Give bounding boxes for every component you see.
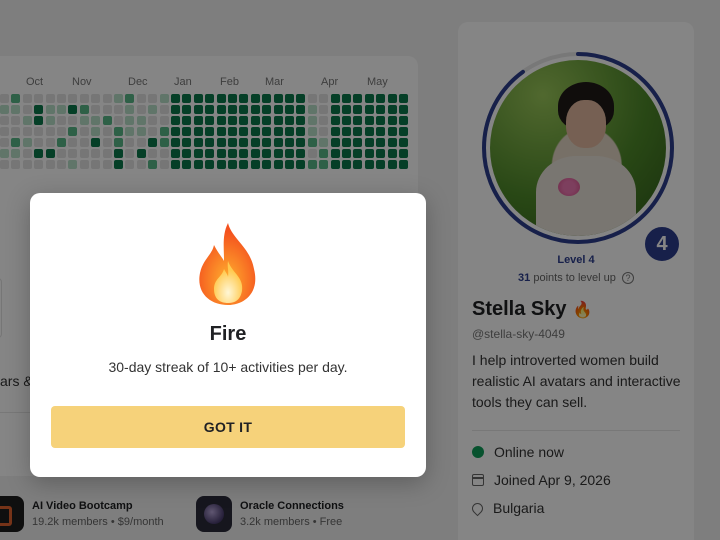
got-it-button[interactable]: GOT IT (51, 406, 405, 448)
modal-description: 30-day streak of 10+ activities per day. (108, 359, 348, 375)
modal-title: Fire (209, 323, 247, 345)
fire-icon (199, 223, 256, 305)
achievement-modal: Fire 30-day streak of 10+ activities per… (30, 193, 426, 477)
